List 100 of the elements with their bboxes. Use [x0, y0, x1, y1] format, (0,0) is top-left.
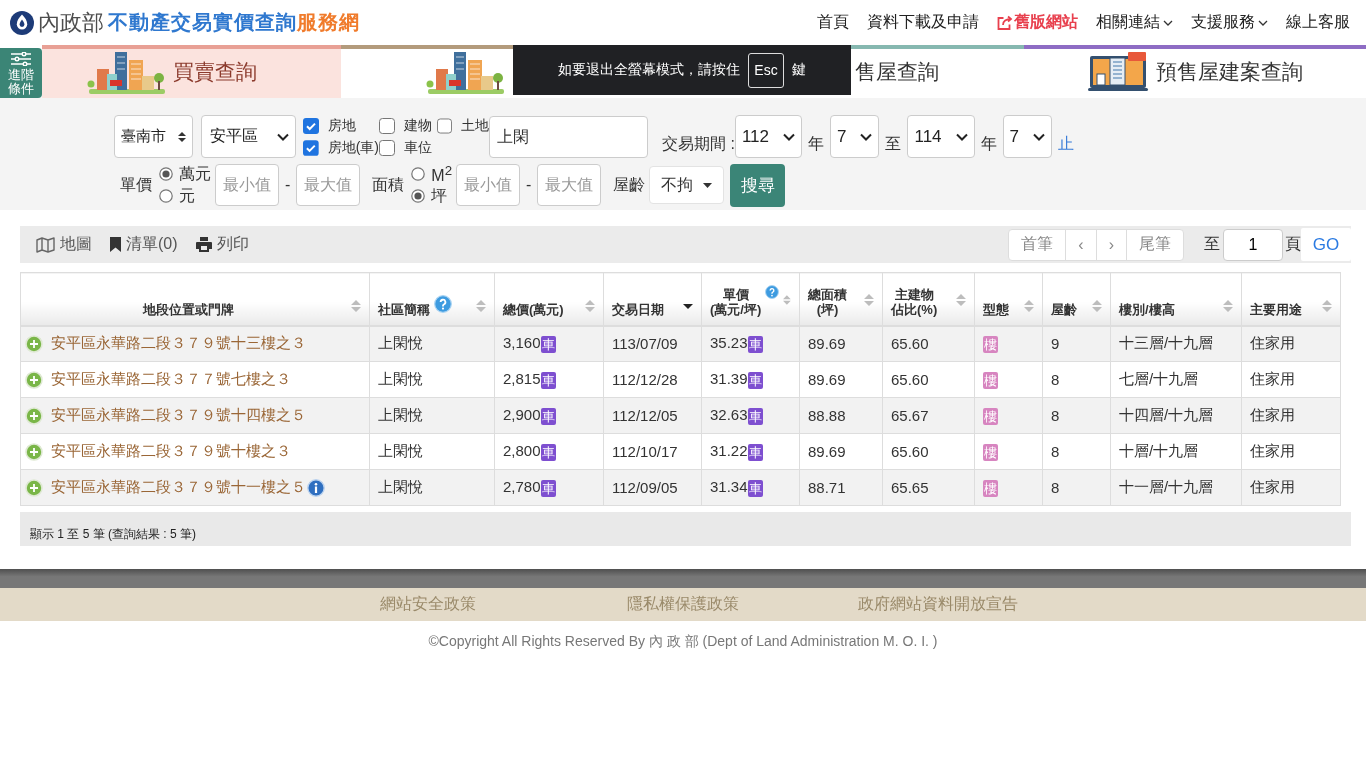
min-value-input[interactable]: 最小值	[215, 164, 279, 206]
min-value-input[interactable]: 最小值	[456, 164, 521, 206]
table-cell: 112/12/28	[603, 361, 702, 398]
table-cell: 65.67	[882, 397, 975, 434]
period-select[interactable]: 7	[830, 115, 880, 158]
filter-label: 面積	[372, 174, 405, 195]
page-number-input[interactable]: 1	[1223, 228, 1283, 261]
sort-icon[interactable]	[351, 298, 361, 313]
checkbox-label: 土地	[461, 117, 489, 135]
esc-key: Esc	[748, 52, 784, 88]
period-unit-label: 年	[980, 134, 997, 154]
max-value-input[interactable]: 最大值	[296, 164, 361, 206]
nav-link[interactable]: 舊版網站	[997, 12, 1078, 33]
checkbox[interactable]	[303, 140, 319, 156]
table-cell: 8	[1042, 361, 1111, 398]
help-icon[interactable]	[765, 282, 780, 301]
sort-icon[interactable]	[1223, 298, 1233, 313]
column-header[interactable]: 型態	[974, 272, 1043, 326]
expand-plus-icon[interactable]	[25, 442, 43, 461]
info-icon[interactable]	[307, 478, 325, 497]
query-tab[interactable]: 買賣查詢	[42, 45, 341, 98]
period-select[interactable]: 7	[1002, 115, 1053, 158]
column-header[interactable]: 社區簡稱	[369, 272, 495, 326]
up-down-caret-icon	[178, 130, 186, 143]
checkbox[interactable]	[303, 118, 319, 134]
column-header[interactable]: 總價(萬元)	[494, 272, 604, 326]
search-button[interactable]: 搜尋	[730, 163, 786, 207]
query-tab[interactable]: 預售屋建案查詢	[1024, 45, 1366, 98]
total-price-value: 2,800	[503, 442, 541, 460]
advanced-filter-button[interactable]: 進階條件	[0, 48, 42, 98]
pager-button[interactable]: ›	[1095, 229, 1126, 260]
sort-icon[interactable]	[1092, 298, 1102, 313]
pager-button[interactable]: 首筆	[1009, 229, 1066, 260]
pager-button[interactable]: 尾筆	[1126, 229, 1183, 260]
radio-button[interactable]	[411, 167, 426, 181]
checkbox-label: 車位	[404, 139, 432, 157]
nav-link[interactable]: 資料下載及申請	[867, 12, 979, 33]
expand-plus-icon[interactable]	[25, 370, 43, 389]
address-link[interactable]: 安平區永華路二段３７９號十三樓之３	[51, 334, 306, 354]
table-cell: 十層/十九層	[1110, 433, 1242, 470]
help-icon[interactable]	[434, 294, 452, 313]
sort-icon[interactable]	[1322, 298, 1332, 313]
address-link[interactable]: 安平區永華路二段３７９號十樓之３	[51, 442, 291, 461]
go-button[interactable]: GO	[1301, 228, 1351, 261]
column-header[interactable]: 地段位置或門牌	[20, 272, 370, 326]
nav-link[interactable]: 首頁	[817, 12, 849, 33]
sort-icon[interactable]	[585, 298, 595, 313]
sort-icon[interactable]	[956, 292, 966, 307]
column-header[interactable]: 主要用途	[1241, 272, 1341, 326]
address-link[interactable]: 安平區永華路二段３７９號十一樓之５	[51, 478, 306, 497]
column-header[interactable]: 樓別/樓高	[1110, 272, 1242, 326]
radio-button[interactable]	[159, 167, 173, 181]
address-link[interactable]: 安平區永華路二段３７７號七樓之３	[51, 370, 291, 389]
table-cell: 住家用	[1241, 397, 1341, 434]
site-title: 不動產交易實價查詢服務網	[108, 10, 360, 35]
nav-link[interactable]: 支援服務	[1191, 12, 1268, 33]
pager-button[interactable]: ‹	[1065, 229, 1096, 260]
checkbox[interactable]	[379, 140, 395, 156]
table-cell: 65.60	[882, 433, 975, 470]
sort-icon[interactable]	[476, 298, 486, 313]
period-select[interactable]: 112	[734, 115, 802, 158]
column-header[interactable]: 主建物 佔比(%)	[882, 272, 975, 326]
radio-label: M$^{2}$	[431, 162, 453, 186]
sort-icon[interactable]	[864, 292, 874, 307]
radio-label: 坪	[431, 185, 448, 206]
age-select[interactable]: 不拘	[649, 166, 725, 204]
radio-label: 萬元	[179, 163, 211, 184]
table-cell: 9	[1042, 325, 1111, 362]
parking-badge: 車	[747, 336, 763, 353]
radio-button[interactable]	[159, 189, 173, 203]
checkbox-label: 建物	[404, 117, 432, 135]
unit-price-value: 31.22	[710, 442, 748, 460]
expand-plus-icon[interactable]	[25, 478, 43, 497]
toolbar-button[interactable]: 列印	[195, 234, 249, 255]
column-header[interactable]: 總面積 (坪)	[799, 272, 883, 326]
max-value-input[interactable]: 最大值	[537, 164, 602, 206]
tower-icon	[1087, 51, 1150, 92]
city-select[interactable]: 臺南市	[114, 115, 193, 158]
column-header[interactable]: 交易日期	[603, 272, 702, 326]
ministry-logotype: 內政部	[38, 8, 104, 37]
checkbox[interactable]	[437, 118, 452, 134]
toolbar-button[interactable]: 清單(0)	[110, 234, 178, 255]
expand-plus-icon[interactable]	[25, 334, 43, 353]
keyword-input[interactable]: 上閑	[489, 116, 648, 158]
table-cell: 112/12/05	[603, 397, 702, 434]
expand-plus-icon[interactable]	[25, 406, 43, 425]
sort-icon[interactable]	[1024, 298, 1034, 313]
district-select[interactable]: 安平區	[201, 115, 296, 158]
nav-link[interactable]: 線上客服	[1286, 12, 1350, 33]
address-link[interactable]: 安平區永華路二段３７９號十四樓之５	[51, 406, 306, 425]
nav-link[interactable]: 相關連結	[1096, 12, 1173, 33]
building-type-badge: 樓	[983, 407, 998, 425]
radio-button[interactable]	[411, 189, 426, 203]
period-label: 交易期間 :	[662, 134, 735, 154]
column-header[interactable]: 屋齡	[1042, 272, 1111, 326]
column-header[interactable]: 單價 (萬元/坪)	[701, 272, 800, 326]
period-unit-label: 年	[808, 134, 824, 154]
toolbar-button[interactable]: 地圖	[36, 234, 92, 255]
period-select[interactable]: 114	[907, 115, 975, 158]
checkbox[interactable]	[379, 118, 395, 134]
